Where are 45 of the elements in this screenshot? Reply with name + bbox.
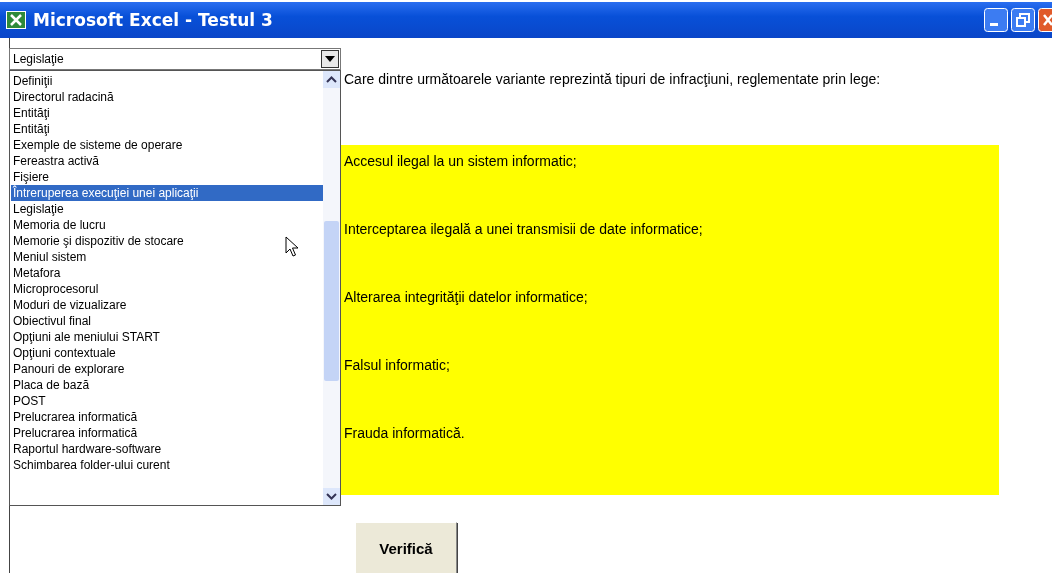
list-item[interactable]: Definiţii [11,73,323,89]
list-item[interactable]: Prelucrarea informatică [11,425,323,441]
list-item[interactable]: Moduri de vizualizare [11,297,323,313]
dropdown-value: Legislaţie [12,52,65,66]
list-item[interactable]: Raportul hardware-software [11,441,323,457]
window-title: Microsoft Excel - Testul 3 [33,10,274,30]
list-item[interactable]: Panouri de explorare [11,361,323,377]
list-item[interactable]: Întreruperea execuţiei unei aplicaţii [11,185,323,201]
list-item[interactable]: Entităţi [11,121,323,137]
list-item[interactable]: Legislaţie [11,201,323,217]
answer-option[interactable]: Accesul ilegal la un sistem informatic; [341,153,999,221]
close-button[interactable] [1038,8,1052,32]
answer-option[interactable]: Alterarea integrităţii datelor informatice; [341,289,999,357]
scroll-up-icon[interactable] [323,71,340,88]
spreadsheet-icon [6,11,26,29]
dropdown-field[interactable]: Legislaţie [9,48,341,70]
list-item[interactable]: Entităţi [11,105,323,121]
list-item[interactable]: POST [11,393,323,409]
answer-option[interactable]: Falsul informatic; [341,357,999,425]
list-item[interactable]: Obiectivul final [11,313,323,329]
list-item[interactable]: Fişiere [11,169,323,185]
pointer-icon [285,236,299,258]
list-item[interactable]: Meniul sistem [11,249,323,265]
list-item[interactable]: Placa de bază [11,377,323,393]
list-item[interactable]: Opţiuni contextuale [11,345,323,361]
list-item[interactable]: Exemple de sisteme de operare [11,137,323,153]
scrollbar-thumb[interactable] [324,221,339,381]
list-item[interactable]: Opţiuni ale meniului START [11,329,323,345]
list-item[interactable]: Prelucrarea informatică [11,409,323,425]
list-item[interactable]: Memoria de lucru [11,217,323,233]
list-item[interactable]: Directorul radacină [11,89,323,105]
minimize-button[interactable] [984,8,1008,32]
list-item[interactable]: Memorie şi dispozitiv de stocare [11,233,323,249]
list-item[interactable]: Microprocesorul [11,281,323,297]
restore-button[interactable] [1011,8,1035,32]
caret-icon [325,56,335,62]
scroll-down-icon[interactable] [323,488,340,505]
list-item[interactable]: Schimbarea folder-ului curent [11,457,323,473]
answer-option[interactable]: Frauda informatică. [341,425,999,493]
answer-option[interactable]: Interceptarea ilegală a unei transmisii de date informatice; [341,221,999,289]
question-text: Care dintre următoarele variante reprezintă tipuri de infracţiuni, reglementate prin lege: [344,71,882,87]
verify-button[interactable]: Verifică [355,522,457,573]
list-item[interactable]: Metafora [11,265,323,281]
scrollbar[interactable] [323,71,340,505]
list-item[interactable]: Fereastra activă [11,153,323,169]
